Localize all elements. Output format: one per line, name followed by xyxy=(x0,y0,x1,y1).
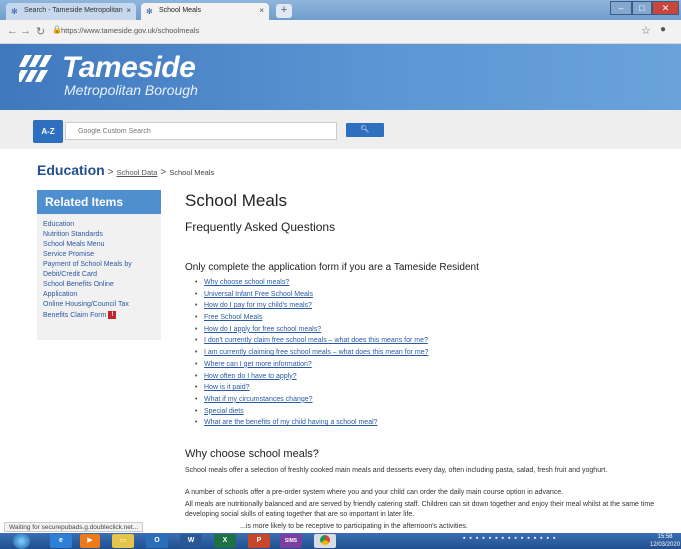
ie-icon[interactable]: e xyxy=(50,534,72,548)
faq-link[interactable]: Free School Meals xyxy=(195,314,429,326)
sims-icon[interactable]: SIMS xyxy=(280,534,302,548)
folder-icon[interactable]: ▭ xyxy=(112,534,134,548)
clock-date: 12/03/2020 xyxy=(650,542,681,548)
media-player-icon[interactable]: ▶ xyxy=(80,534,100,548)
account-icon[interactable]: ● xyxy=(660,24,666,35)
breadcrumb-current: School Meals xyxy=(169,168,215,177)
resident-note: Only complete the application form if yo… xyxy=(185,262,479,273)
sidebar-item-education[interactable]: Education xyxy=(43,221,74,228)
search-icon: 🔍︎ xyxy=(360,126,370,133)
sidebar-item-nutrition[interactable]: Nutrition Standards xyxy=(43,231,103,238)
chrome-icon[interactable] xyxy=(314,534,336,548)
paragraph: School meals offer a selection of freshl… xyxy=(185,467,608,474)
breadcrumb: Education > School Data > School Meals xyxy=(37,162,214,178)
breadcrumb-education[interactable]: Education xyxy=(37,162,105,178)
sidebar-item-payment-2[interactable]: Debit/Credit Card xyxy=(43,271,97,278)
sidebar-item-menu[interactable]: School Meals Menu xyxy=(43,241,104,248)
faq-link[interactable]: Why choose school meals? xyxy=(195,279,429,291)
tab-title: School Meals xyxy=(159,7,202,14)
system-tray[interactable]: ▪ ▪ ▪ ▪ ▪ ▪ ▪ ▪ ▪ ▪ ▪ ▪ ▪ ▪ ▪ xyxy=(463,535,556,542)
sidebar-item-benefits[interactable]: School Benefits Online xyxy=(43,281,114,288)
faq-link[interactable]: What if my circumstances change? xyxy=(195,396,429,408)
sidebar-item-benefits-2[interactable]: Application xyxy=(43,291,77,298)
faq-link[interactable]: How do I apply for free school meals? xyxy=(195,326,429,338)
paragraph: A number of schools offer a pre-order sy… xyxy=(185,489,564,496)
excel-icon[interactable]: X xyxy=(214,534,236,548)
tameside-favicon-icon: ✻ xyxy=(11,7,18,16)
start-button[interactable] xyxy=(13,533,30,549)
tab-search[interactable]: ✻ Search - Tameside Metropolitan × xyxy=(6,3,136,20)
faq-link[interactable]: How often do I have to apply? xyxy=(195,373,429,385)
faq-link[interactable]: I am currently claiming free school meal… xyxy=(195,349,429,361)
faq-heading: Frequently Asked Questions xyxy=(185,220,336,234)
taskbar xyxy=(0,533,681,549)
minimize-button[interactable]: – xyxy=(610,1,632,15)
url-field[interactable]: https://www.tameside.gov.uk/schoolmeals xyxy=(61,26,199,35)
faq-link[interactable]: Universal Infant Free School Meals xyxy=(195,291,429,303)
faq-link[interactable]: Special diets xyxy=(195,408,429,420)
close-icon[interactable]: × xyxy=(126,6,131,15)
close-window-button[interactable]: ✕ xyxy=(652,1,679,15)
new-tab-button[interactable]: + xyxy=(276,4,292,18)
faq-link[interactable]: How do I pay for my child's meals? xyxy=(195,302,429,314)
reload-icon[interactable]: ↻ xyxy=(36,25,45,38)
close-icon[interactable]: × xyxy=(259,6,264,15)
tab-title: Search - Tameside Metropolitan xyxy=(24,7,123,14)
page-title: School Meals xyxy=(185,191,288,210)
site-logo-subtitle: Metropolitan Borough xyxy=(64,82,198,98)
forward-icon[interactable]: → xyxy=(20,25,31,37)
browser-status: Waiting for securepubads.g.doubleclick.n… xyxy=(4,522,144,532)
sidebar-item-claim-form[interactable]: Benefits Claim Form! xyxy=(43,311,117,319)
faq-link[interactable]: What are the benefits of my child having… xyxy=(195,419,429,431)
faq-link[interactable]: I don't currently claim free school meal… xyxy=(195,337,429,349)
clock[interactable]: 15:58 12/03/2020 xyxy=(650,533,680,549)
why-heading: Why choose school meals? xyxy=(185,448,319,460)
pdf-icon: ! xyxy=(108,311,117,319)
faq-list: Why choose school meals? Universal Infan… xyxy=(195,279,429,431)
breadcrumb-separator: > xyxy=(160,167,167,178)
tameside-logo-icon[interactable] xyxy=(19,55,59,85)
paragraph: ...is more likely to be receptive to par… xyxy=(240,523,468,530)
search-input[interactable] xyxy=(65,122,337,140)
search-button[interactable]: 🔍︎ xyxy=(346,123,384,137)
outlook-icon[interactable]: O xyxy=(146,534,168,548)
breadcrumb-school-data[interactable]: School Data xyxy=(117,168,158,177)
bookmark-star-icon[interactable]: ☆ xyxy=(641,24,651,37)
back-icon[interactable]: ← xyxy=(7,25,18,37)
sidebar-item-payment[interactable]: Payment of School Meals by xyxy=(43,261,132,268)
site-logo-title[interactable]: Tameside xyxy=(62,51,196,85)
a-z-button[interactable]: A-Z xyxy=(33,120,63,143)
tameside-favicon-icon: ✻ xyxy=(146,7,153,16)
faq-link[interactable]: Where can I get more information? xyxy=(195,361,429,373)
faq-link[interactable]: How is it paid? xyxy=(195,384,429,396)
breadcrumb-separator: > xyxy=(107,167,114,178)
word-icon[interactable]: W xyxy=(180,534,202,548)
powerpoint-icon[interactable]: P xyxy=(248,534,270,548)
sidebar-item-label: Benefits Claim Form xyxy=(43,311,107,319)
clock-time: 15:58 xyxy=(657,534,673,540)
paragraph: All meals are nutritionally balanced and… xyxy=(185,501,655,518)
sidebar-item-service-promise[interactable]: Service Promise xyxy=(43,251,94,258)
sidebar-item-housing[interactable]: Online Housing/Council Tax xyxy=(43,301,129,308)
tab-school-meals[interactable]: ✻ School Meals × xyxy=(141,3,269,20)
maximize-button[interactable]: □ xyxy=(632,1,652,15)
address-bar: ← → ↻ 🔒 https://www.tameside.gov.uk/scho… xyxy=(0,20,681,44)
related-items-heading: Related Items xyxy=(37,190,161,214)
